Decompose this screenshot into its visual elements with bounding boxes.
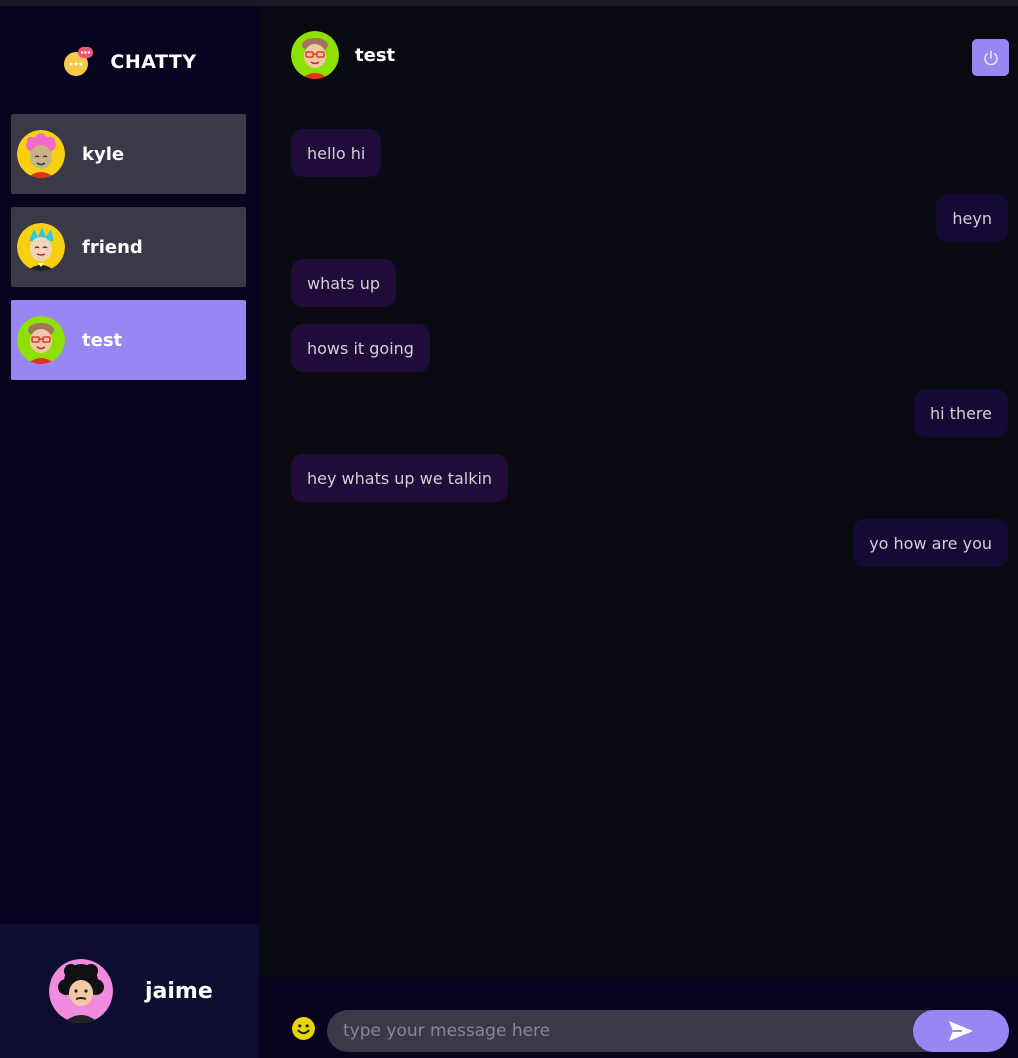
current-user-name: jaime — [145, 978, 213, 1004]
contact-item-friend[interactable]: friend — [11, 207, 246, 287]
contact-item-test[interactable]: test — [11, 300, 246, 380]
contact-name: kyle — [82, 143, 125, 165]
message-received: hows it going — [291, 324, 430, 372]
chat-contact-name: test — [355, 44, 396, 66]
brand: CHATTY — [0, 42, 259, 82]
avatar-pink-hair-icon — [17, 130, 65, 178]
avatar-curly-hair-icon — [49, 959, 113, 1023]
message-sent: hi there — [914, 389, 1008, 437]
send-arrow-icon — [947, 1019, 975, 1043]
message-received: whats up — [291, 259, 397, 307]
message-sent: heyn — [936, 194, 1008, 242]
send-button[interactable] — [913, 1010, 1009, 1052]
message-sent: yo how are you — [853, 519, 1008, 567]
avatar-blue-hair-icon — [17, 223, 65, 271]
logout-button[interactable] — [972, 39, 1009, 76]
smiley-icon[interactable] — [291, 1016, 316, 1041]
message-input[interactable] — [343, 1010, 903, 1052]
contact-item-kyle[interactable]: kyle — [11, 114, 246, 194]
brand-title: CHATTY — [110, 51, 197, 73]
message-input-wrapper — [327, 1010, 1009, 1052]
avatar-glasses-icon — [291, 31, 339, 79]
avatar-glasses-icon — [17, 316, 65, 364]
contact-name: friend — [82, 236, 143, 258]
contacts-sidebar: CHATTY kyle friend test jaime — [0, 6, 259, 1058]
contact-name: test — [82, 329, 123, 351]
chat-bubbles-icon — [62, 46, 94, 78]
message-received: hey whats up we talkin — [291, 454, 509, 502]
chat-header: test — [291, 31, 395, 79]
current-user-panel: jaime — [0, 924, 259, 1058]
power-icon — [982, 49, 1000, 67]
message-received: hello hi — [291, 129, 382, 177]
